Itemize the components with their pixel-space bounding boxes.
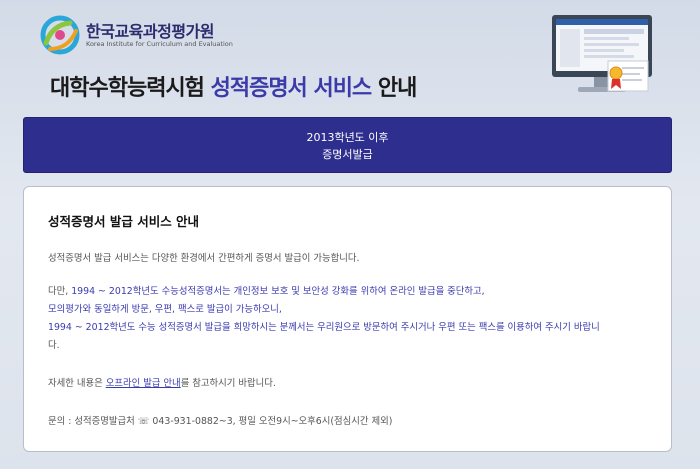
notice-line-3: 1994 ~ 2012학년도 수능 성적증명서 발급을 희망하시는 분께서는 우… bbox=[48, 322, 600, 333]
detail-suffix: 를 참고하시기 바랍니다. bbox=[180, 378, 276, 389]
logo-korean-name: 한국교육과정평가원 bbox=[86, 22, 214, 41]
intro-text: 성적증명서 발급 서비스는 다양한 환경에서 간편하게 증명서 발급이 가능합니… bbox=[48, 253, 360, 264]
notice-prefix: 다만, bbox=[48, 286, 72, 297]
page-title-accent: 성적증명서 서비스 bbox=[210, 76, 373, 101]
detail-prefix: 자세한 내용은 bbox=[48, 378, 106, 389]
page-header: 한국교육과정평가원 Korea Institute for Curriculum… bbox=[0, 0, 700, 112]
detail-text: 자세한 내용은 오프라인 발급 안내를 참고하시기 바랍니다. bbox=[48, 375, 276, 389]
page-title: 대학수학능력시험 성적증명서 서비스 안내 bbox=[50, 70, 417, 102]
contact-text: 문의 : 성적증명발급처 ☏ 043-931-0882~3, 평일 오전9시~오… bbox=[48, 416, 393, 427]
certificate-issue-button[interactable]: 2013학년도 이후 증명서발급 bbox=[23, 117, 672, 173]
page-title-prefix: 대학수학능력시험 bbox=[50, 76, 211, 101]
certificate-monitor-illustration bbox=[552, 15, 652, 92]
notice-paragraph: 다만, 1994 ~ 2012학년도 수능성적증명서는 개인정보 보호 및 보안… bbox=[48, 283, 600, 355]
card-title: 성적증명서 발급 서비스 안내 bbox=[48, 214, 200, 229]
kice-logo-icon bbox=[40, 15, 80, 55]
notice-line-4: 다. bbox=[48, 340, 60, 351]
logo-english-name: Korea Institute for Curriculum and Evalu… bbox=[86, 40, 233, 48]
banner-line-1: 2013학년도 이후 bbox=[306, 131, 389, 144]
kice-logo[interactable]: 한국교육과정평가원 Korea Institute for Curriculum… bbox=[38, 15, 238, 55]
notice-line-1: 1994 ~ 2012학년도 수능성적증명서는 개인정보 보호 및 보안성 강화… bbox=[71, 286, 485, 297]
page-title-suffix: 안내 bbox=[371, 76, 417, 101]
offline-issue-guide-link[interactable]: 오프라인 발급 안내 bbox=[106, 378, 181, 389]
notice-line-2: 모의평가와 동일하게 방문, 우편, 팩스로 발급이 가능하오니, bbox=[48, 304, 282, 315]
banner-line-2: 증명서발급 bbox=[322, 148, 373, 161]
service-info-card: 성적증명서 발급 서비스 안내 성적증명서 발급 서비스는 다양한 환경에서 간… bbox=[23, 186, 672, 452]
